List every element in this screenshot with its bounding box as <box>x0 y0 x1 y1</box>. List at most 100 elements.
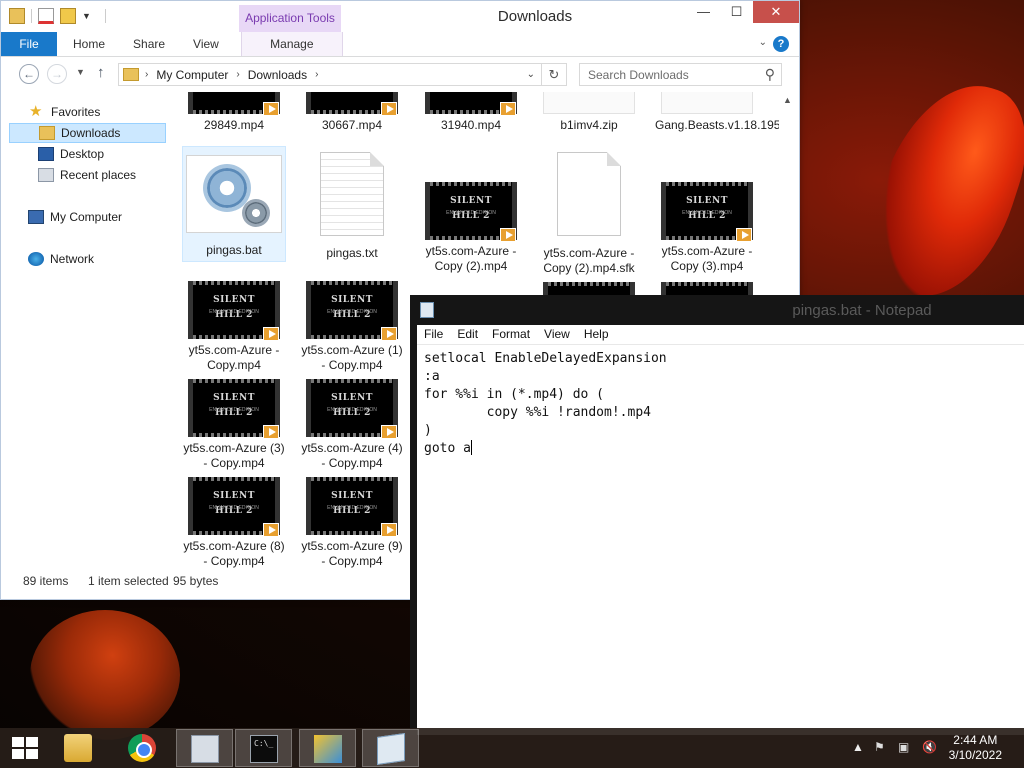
nav-downloads[interactable]: Downloads <box>9 123 166 143</box>
notepad-text-area[interactable]: setlocal EnableDelayedExpansion :a for %… <box>417 345 1024 735</box>
video-thumbnail: SILENT HILL 2 ENHANCED EDITION <box>188 281 280 341</box>
clock-time: 2:44 AM <box>953 733 998 747</box>
video-thumbnail: SILENT HILL 2 ENHANCED EDITION <box>661 182 753 242</box>
nav-recent-places[interactable]: Recent places <box>38 165 136 185</box>
network-status-icon[interactable]: ▣ <box>898 740 909 754</box>
video-thumbnail: SILENT HILL 2 ENHANCED EDITION <box>188 477 280 537</box>
tab-manage[interactable]: Manage <box>240 32 343 56</box>
file-name: pingas.bat <box>206 243 262 257</box>
nav-network[interactable]: Network <box>28 249 94 269</box>
close-button[interactable]: ✕ <box>753 1 799 23</box>
file-item[interactable]: b1imv4.zip <box>537 92 641 133</box>
code-line: :a <box>424 369 440 384</box>
file-item[interactable]: 30667.mp4 <box>300 92 404 133</box>
file-item[interactable]: 29849.mp4 <box>182 92 286 133</box>
tab-home[interactable]: Home <box>57 32 119 56</box>
file-item[interactable]: SILENT HILL 2 ENHANCED EDITION yt5s.com-A… <box>182 281 286 373</box>
taskbar-kinemaster[interactable] <box>299 729 356 767</box>
search-placeholder: Search Downloads <box>588 68 689 82</box>
performance-icon <box>191 735 219 763</box>
taskbar-performance-monitor[interactable] <box>176 729 233 767</box>
breadcrumb-downloads[interactable]: Downloads <box>248 68 307 82</box>
action-center-flag-icon[interactable]: ⚑ <box>874 740 885 754</box>
computer-icon <box>28 210 44 224</box>
menu-file[interactable]: File <box>417 325 450 344</box>
back-button[interactable]: ← <box>19 64 39 84</box>
video-thumbnail <box>425 92 517 116</box>
file-item-selected[interactable]: pingas.bat <box>182 146 286 262</box>
show-hidden-icons-icon[interactable]: ▲ <box>852 740 864 754</box>
file-item[interactable]: SILENT HILL 2 ENHANCED EDITION yt5s.com-A… <box>419 182 523 274</box>
video-thumbnail: SILENT HILL 2 ENHANCED EDITION <box>306 477 398 537</box>
thumb-subtitle: ENHANCED EDITION <box>446 210 496 216</box>
scroll-up-icon[interactable]: ▲ <box>779 92 796 109</box>
tab-file[interactable]: File <box>1 32 57 56</box>
tab-view[interactable]: View <box>179 32 233 56</box>
notepad-window: pingas.bat - Notepad File Edit Format Vi… <box>410 295 1024 735</box>
thumb-subtitle: ENHANCED EDITION <box>209 309 259 315</box>
recent-locations-dropdown-icon[interactable]: ▼ <box>76 67 85 77</box>
clock[interactable]: 2:44 AM 3/10/2022 <box>949 733 1002 763</box>
minimize-button[interactable]: — <box>687 1 720 23</box>
downloads-folder-icon <box>39 126 55 140</box>
menu-format[interactable]: Format <box>485 325 537 344</box>
nav-label: Downloads <box>61 126 121 140</box>
maximize-button[interactable]: ☐ <box>720 1 753 23</box>
zip-icon <box>543 92 635 114</box>
breadcrumb-my-computer[interactable]: My Computer <box>156 68 228 82</box>
window-title: Downloads <box>497 8 573 25</box>
chevron-right-icon[interactable]: › <box>145 69 148 80</box>
file-name: yt5s.com-Azure - Copy (2).mp4.sfk <box>543 246 635 275</box>
text-caret <box>470 440 472 455</box>
file-item[interactable]: yt5s.com-Azure - Copy (2).mp4.sfk <box>537 152 641 276</box>
taskbar-notepad[interactable] <box>362 729 419 767</box>
nav-label: Recent places <box>60 168 137 182</box>
nav-my-computer[interactable]: My Computer <box>28 207 122 227</box>
help-icon[interactable]: ? <box>773 36 789 52</box>
code-line: for %%i in (*.mp4) do ( <box>424 387 605 402</box>
volume-muted-icon[interactable]: 🔇 <box>922 740 937 754</box>
search-input[interactable]: Search Downloads ⚲ <box>579 63 782 86</box>
chevron-right-icon[interactable]: › <box>315 69 318 80</box>
desktop-icon <box>38 147 54 161</box>
nav-desktop[interactable]: Desktop <box>38 144 104 164</box>
file-item[interactable]: Gang.Beasts.v1.18.195.zip <box>655 92 779 133</box>
refresh-button[interactable]: ↻ <box>542 63 567 86</box>
address-dropdown-icon[interactable]: ⌄ <box>527 69 535 80</box>
start-button-windows-icon[interactable] <box>12 737 38 759</box>
file-item[interactable]: SILENT HILL 2 ENHANCED EDITION yt5s.com-A… <box>300 477 404 568</box>
play-icon <box>381 425 397 439</box>
file-item[interactable]: pingas.txt <box>300 152 404 261</box>
thumb-subtitle: ENHANCED EDITION <box>327 505 377 511</box>
menu-help[interactable]: Help <box>577 325 616 344</box>
file-item[interactable]: SILENT HILL 2 ENHANCED EDITION yt5s.com-A… <box>182 379 286 471</box>
file-name: yt5s.com-Azure - Copy (2).mp4 <box>425 244 517 273</box>
nav-favorites[interactable]: ★ Favorites <box>29 102 100 122</box>
taskbar-chrome[interactable] <box>114 729 171 767</box>
explorer-titlebar: ▼ Application Tools Downloads — ☐ ✕ <box>1 1 799 32</box>
selection-size: 95 bytes <box>173 574 219 588</box>
chevron-right-icon[interactable]: › <box>236 69 239 80</box>
forward-button[interactable]: → <box>47 64 67 84</box>
file-item[interactable]: SILENT HILL 2 ENHANCED EDITION yt5s.com-A… <box>300 379 404 471</box>
address-field[interactable]: › My Computer › Downloads › ⌄ <box>118 63 542 86</box>
file-item[interactable]: SILENT HILL 2 ENHANCED EDITION yt5s.com-A… <box>655 182 759 274</box>
file-item[interactable]: 31940.mp4 <box>419 92 523 133</box>
thumb-subtitle: ENHANCED EDITION <box>209 407 259 413</box>
window-controls: — ☐ ✕ <box>687 1 799 23</box>
up-button[interactable]: ↑ <box>97 64 105 81</box>
taskbar-file-explorer[interactable] <box>50 729 107 767</box>
menu-view[interactable]: View <box>537 325 577 344</box>
star-icon: ★ <box>29 103 43 120</box>
kinemaster-icon <box>314 735 342 763</box>
file-name: 31940.mp4 <box>440 118 502 132</box>
wallpaper-flower <box>853 65 1024 315</box>
menu-edit[interactable]: Edit <box>450 325 485 344</box>
file-item[interactable]: SILENT HILL 2 ENHANCED EDITION yt5s.com-A… <box>300 281 404 373</box>
ribbon-collapse-icon[interactable]: ⌄ <box>759 37 767 48</box>
search-icon[interactable]: ⚲ <box>765 66 775 83</box>
file-item[interactable]: SILENT HILL 2 ENHANCED EDITION yt5s.com-A… <box>182 477 286 568</box>
nav-label: Desktop <box>60 147 105 161</box>
taskbar-command-prompt[interactable]: C:\_ <box>235 729 292 767</box>
tab-share[interactable]: Share <box>119 32 179 56</box>
